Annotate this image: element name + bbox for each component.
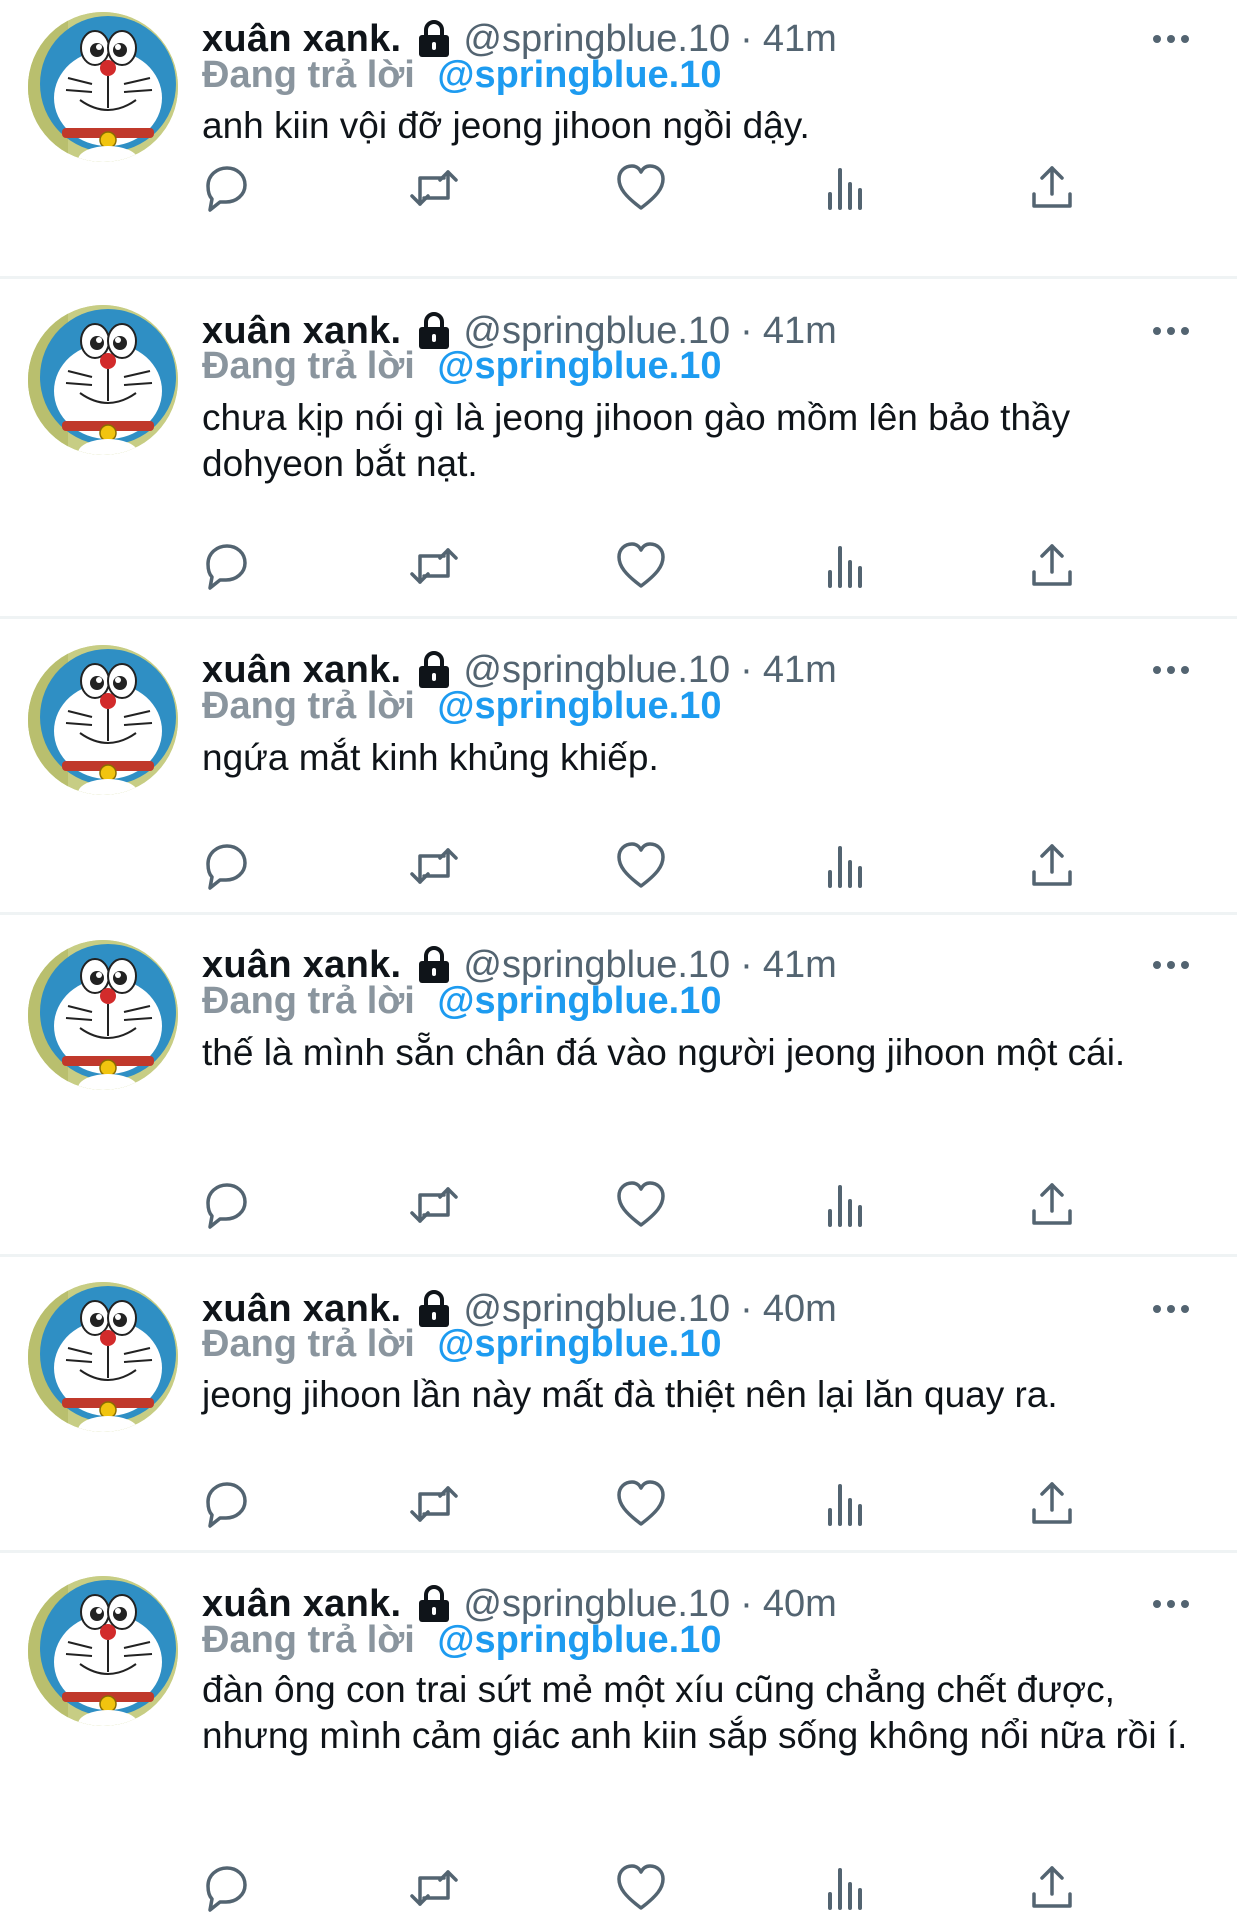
more-icon[interactable] <box>1149 316 1193 346</box>
separator-dot: · <box>740 648 753 691</box>
more-icon[interactable] <box>1149 950 1193 980</box>
retweet-icon[interactable] <box>406 1476 462 1532</box>
doraemon-avatar-image <box>28 305 178 455</box>
views-icon[interactable] <box>818 1177 874 1233</box>
reply-icon[interactable] <box>198 1476 254 1532</box>
share-icon[interactable] <box>1024 1860 1080 1916</box>
replying-to-handle[interactable]: @springblue.10 <box>437 54 721 96</box>
heart-icon[interactable] <box>613 1177 669 1233</box>
replying-to-line: Đang trả lời @springblue.10 <box>202 1323 722 1366</box>
doraemon-avatar-image <box>28 940 178 1090</box>
tweet-actions <box>0 538 1237 594</box>
share-icon[interactable] <box>1024 160 1080 216</box>
tweet-divider <box>0 1550 1237 1553</box>
more-icon[interactable] <box>1149 1294 1193 1324</box>
views-icon[interactable] <box>818 1476 874 1532</box>
reply-icon[interactable] <box>198 1860 254 1916</box>
heart-icon[interactable] <box>613 160 669 216</box>
lock-icon <box>417 945 451 985</box>
separator-dot: · <box>740 309 753 352</box>
retweet-icon[interactable] <box>406 1177 462 1233</box>
reply-icon[interactable] <box>198 538 254 594</box>
heart-icon[interactable] <box>613 538 669 594</box>
timestamp[interactable]: 40m <box>763 1583 837 1626</box>
share-icon[interactable] <box>1024 838 1080 894</box>
replying-to-handle[interactable]: @springblue.10 <box>437 1323 721 1365</box>
heart-icon[interactable] <box>613 838 669 894</box>
replying-to-label: Đang trả lời <box>202 685 415 727</box>
replying-to-line: Đang trả lời @springblue.10 <box>202 1619 722 1662</box>
tweet-text: thế là mình sẵn chân đá vào người jeong … <box>202 1032 1126 1073</box>
timestamp[interactable]: 41m <box>763 944 837 987</box>
avatar[interactable] <box>28 305 178 455</box>
views-icon[interactable] <box>818 1860 874 1916</box>
tweet-divider <box>0 912 1237 915</box>
reply-icon[interactable] <box>198 1177 254 1233</box>
tweet-divider <box>0 1254 1237 1257</box>
tweet-text: ngứa mắt kinh khủng khiếp. <box>202 737 659 778</box>
doraemon-avatar-image <box>28 12 178 162</box>
replying-to-label: Đang trả lời <box>202 1323 415 1365</box>
tweet-text: đàn ông con trai sứt mẻ một xíu cũng chẳ… <box>202 1669 1188 1756</box>
retweet-icon[interactable] <box>406 838 462 894</box>
tweet-divider <box>0 276 1237 279</box>
avatar[interactable] <box>28 1282 178 1432</box>
separator-dot: · <box>740 1287 753 1330</box>
views-icon[interactable] <box>818 538 874 594</box>
timestamp[interactable]: 41m <box>763 649 837 692</box>
doraemon-avatar-image <box>28 1282 178 1432</box>
replying-to-handle[interactable]: @springblue.10 <box>437 980 721 1022</box>
timestamp[interactable]: 40m <box>763 1288 837 1331</box>
retweet-icon[interactable] <box>406 1860 462 1916</box>
replying-to-label: Đang trả lời <box>202 1619 415 1661</box>
more-icon[interactable] <box>1149 655 1193 685</box>
more-icon[interactable] <box>1149 1589 1193 1619</box>
heart-icon[interactable] <box>613 1860 669 1916</box>
lock-icon <box>417 19 451 59</box>
replying-to-label: Đang trả lời <box>202 345 415 387</box>
share-icon[interactable] <box>1024 538 1080 594</box>
avatar[interactable] <box>28 645 178 795</box>
tweet-actions <box>0 838 1237 894</box>
heart-icon[interactable] <box>613 1476 669 1532</box>
retweet-icon[interactable] <box>406 160 462 216</box>
doraemon-avatar-image <box>28 645 178 795</box>
separator-dot: · <box>740 1582 753 1625</box>
replying-to-line: Đang trả lời @springblue.10 <box>202 685 722 728</box>
tweet-text: chưa kịp nói gì là jeong jihoon gào mồm … <box>202 397 1071 484</box>
replying-to-handle[interactable]: @springblue.10 <box>437 685 721 727</box>
lock-icon <box>417 1584 451 1624</box>
views-icon[interactable] <box>818 838 874 894</box>
separator-dot: · <box>740 17 753 60</box>
tweet-text: anh kiin vội đỡ jeong jihoon ngồi dậy. <box>202 105 810 146</box>
avatar[interactable] <box>28 12 178 162</box>
retweet-icon[interactable] <box>406 538 462 594</box>
tweet-actions <box>0 1177 1237 1233</box>
tweet-divider <box>0 616 1237 619</box>
views-icon[interactable] <box>818 160 874 216</box>
tweet-actions <box>0 1476 1237 1532</box>
replying-to-label: Đang trả lời <box>202 980 415 1022</box>
timestamp[interactable]: 41m <box>763 18 837 61</box>
doraemon-avatar-image <box>28 1576 178 1726</box>
timestamp[interactable]: 41m <box>763 310 837 353</box>
lock-icon <box>417 650 451 690</box>
avatar[interactable] <box>28 940 178 1090</box>
replying-to-line: Đang trả lời @springblue.10 <box>202 345 722 388</box>
reply-icon[interactable] <box>198 838 254 894</box>
reply-icon[interactable] <box>198 160 254 216</box>
tweet-text: jeong jihoon lần này mất đà thiệt nên lạ… <box>202 1374 1058 1415</box>
tweet-actions <box>0 160 1237 216</box>
replying-to-label: Đang trả lời <box>202 54 415 96</box>
separator-dot: · <box>740 943 753 986</box>
avatar[interactable] <box>28 1576 178 1726</box>
more-icon[interactable] <box>1149 24 1193 54</box>
replying-to-handle[interactable]: @springblue.10 <box>437 345 721 387</box>
share-icon[interactable] <box>1024 1177 1080 1233</box>
replying-to-handle[interactable]: @springblue.10 <box>437 1619 721 1661</box>
replying-to-line: Đang trả lời @springblue.10 <box>202 54 722 97</box>
share-icon[interactable] <box>1024 1476 1080 1532</box>
tweet-actions <box>0 1860 1237 1916</box>
replying-to-line: Đang trả lời @springblue.10 <box>202 980 722 1023</box>
